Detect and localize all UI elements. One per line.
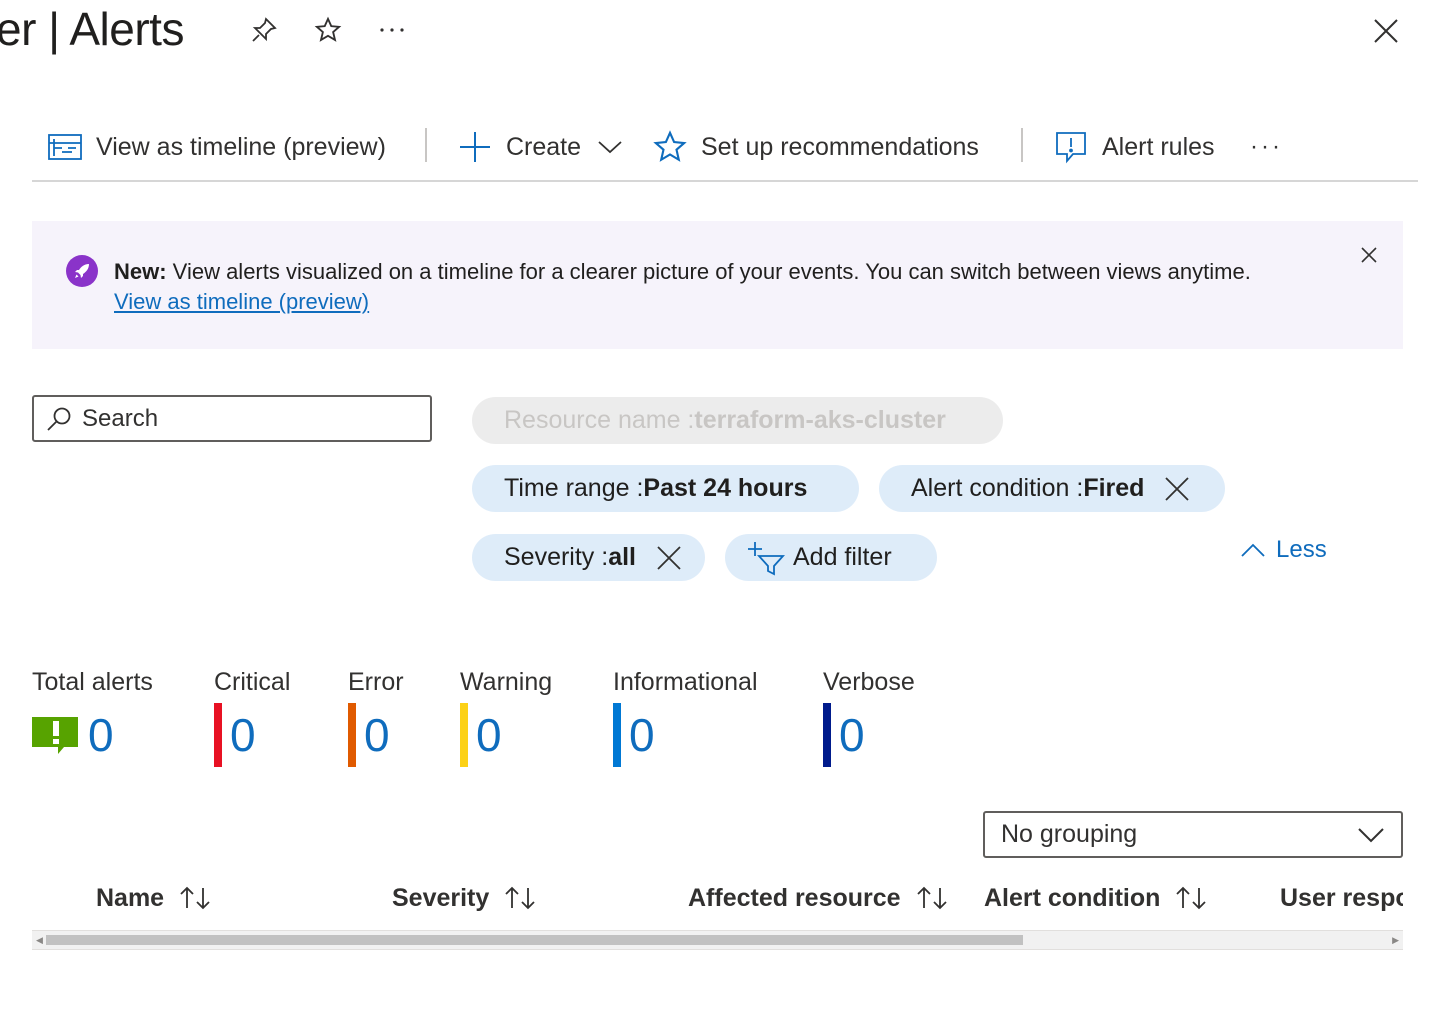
verbose-severity-bar [823, 703, 831, 767]
page-title: er | Alerts [0, 3, 184, 55]
summary-informational[interactable]: Informational 0 [613, 668, 758, 767]
view-as-timeline-label: View as timeline (preview) [96, 132, 386, 161]
summary-warning[interactable]: Warning 0 [460, 668, 552, 767]
remove-alert-condition-filter-icon[interactable] [1164, 476, 1190, 502]
summary-label: Verbose [823, 668, 915, 696]
column-header-name[interactable]: Name [96, 878, 214, 918]
chevron-down-icon [598, 141, 622, 154]
warning-severity-bar [460, 703, 468, 767]
toolbar-divider [425, 128, 427, 162]
sort-icon [1176, 886, 1207, 910]
close-icon[interactable] [1365, 10, 1407, 52]
chevron-down-icon [1358, 827, 1384, 842]
column-header-label: Alert condition [984, 883, 1161, 912]
resource-filter-label: Resource name : [504, 406, 695, 434]
error-severity-bar [348, 703, 356, 767]
column-header-user-response[interactable]: User respo [1280, 878, 1403, 918]
banner-title: New: [114, 259, 167, 284]
alert-condition-filter-label: Alert condition : [911, 474, 1084, 502]
column-header-label: Name [96, 883, 165, 912]
chevron-up-icon [1241, 543, 1265, 557]
rocket-icon [66, 255, 98, 287]
add-filter-icon [748, 541, 785, 575]
alert-badge-icon [32, 717, 78, 754]
summary-label: Warning [460, 668, 553, 696]
alert-condition-filter-value: Fired [1083, 474, 1145, 502]
set-up-recommendations-label: Set up recommendations [701, 132, 979, 161]
more-commands-button[interactable]: ··· [1250, 126, 1283, 168]
column-header-label: User respo [1280, 883, 1403, 912]
pin-icon[interactable] [244, 10, 284, 50]
severity-filter-label: Severity : [504, 543, 609, 571]
severity-filter-value: all [608, 543, 636, 571]
add-filter-button[interactable]: Add filter [725, 534, 937, 581]
summary-value: 0 [88, 709, 114, 761]
time-range-filter[interactable]: Time range : Past 24 hours [472, 465, 859, 512]
ellipsis-icon[interactable] [372, 10, 412, 50]
view-as-timeline-button[interactable]: View as timeline (preview) [48, 126, 386, 168]
alert-rules-label: Alert rules [1102, 132, 1215, 161]
critical-severity-bar [214, 703, 222, 767]
add-filter-label: Add filter [793, 543, 892, 571]
summary-verbose[interactable]: Verbose 0 [823, 668, 915, 767]
summary-label: Total alerts [32, 668, 153, 696]
summary-value: 0 [230, 709, 256, 761]
plus-icon [460, 132, 490, 162]
alert-rules-icon [1056, 132, 1086, 164]
search-icon [47, 407, 71, 431]
summary-label: Error [348, 668, 404, 696]
summary-value: 0 [629, 709, 655, 761]
column-header-label: Severity [392, 883, 490, 912]
summary-value: 0 [476, 709, 502, 761]
alerts-table-header: Name Severity Affected resource Alert co… [32, 868, 1403, 928]
scrollbar-thumb[interactable] [46, 935, 1023, 945]
scroll-right-icon[interactable]: ▶ [1392, 935, 1399, 945]
time-range-filter-value: Past 24 hours [643, 474, 808, 502]
summary-error[interactable]: Error 0 [348, 668, 404, 767]
time-range-filter-label: Time range : [504, 474, 644, 502]
summary-critical[interactable]: Critical 0 [214, 668, 290, 767]
banner-message: View alerts visualized on a timeline for… [166, 259, 1251, 284]
grouping-dropdown[interactable]: No grouping [983, 811, 1403, 858]
banner-close-icon[interactable] [1357, 243, 1381, 267]
remove-severity-filter-icon[interactable] [656, 545, 682, 571]
summary-value: 0 [364, 709, 390, 761]
command-bar: View as timeline (preview) Create Set up… [32, 118, 1418, 182]
banner-timeline-link[interactable]: View as timeline (preview) [114, 289, 369, 314]
less-filters-toggle[interactable]: Less [1240, 536, 1327, 564]
summary-label: Critical [214, 668, 291, 696]
column-header-affected-resource[interactable]: Affected resource [688, 878, 951, 918]
summary-total-alerts[interactable]: Total alerts 0 [32, 668, 153, 767]
timeline-icon [48, 134, 82, 160]
star-outline-icon [653, 130, 687, 162]
alert-rules-button[interactable]: Alert rules [1054, 126, 1215, 168]
set-up-recommendations-button[interactable]: Set up recommendations [653, 126, 979, 168]
summary-label: Informational [613, 668, 758, 696]
column-header-severity[interactable]: Severity [392, 878, 539, 918]
grouping-selected-value: No grouping [1001, 820, 1138, 848]
resource-name-filter: Resource name : terraform-aks-cluster [472, 397, 1003, 444]
sort-icon [505, 886, 535, 910]
informational-severity-bar [613, 703, 621, 767]
alert-condition-filter[interactable]: Alert condition : Fired [879, 465, 1225, 512]
sort-icon [180, 886, 210, 910]
summary-value: 0 [839, 709, 865, 761]
create-button[interactable]: Create [458, 126, 623, 168]
column-header-alert-condition[interactable]: Alert condition [984, 878, 1210, 918]
sort-icon [916, 886, 947, 910]
resource-filter-value: terraform-aks-cluster [694, 406, 946, 434]
star-icon[interactable] [308, 10, 348, 50]
search-input[interactable] [82, 404, 402, 433]
horizontal-scrollbar[interactable]: ◀ ▶ [32, 930, 1403, 950]
toolbar-divider [1021, 128, 1023, 162]
column-header-label: Affected resource [688, 883, 901, 912]
severity-filter[interactable]: Severity : all [472, 534, 705, 581]
less-label: Less [1276, 536, 1327, 563]
search-box[interactable] [32, 395, 432, 442]
create-label: Create [506, 132, 582, 161]
scroll-left-icon[interactable]: ◀ [36, 935, 43, 945]
info-banner: New: View alerts visualized on a timelin… [32, 221, 1403, 349]
